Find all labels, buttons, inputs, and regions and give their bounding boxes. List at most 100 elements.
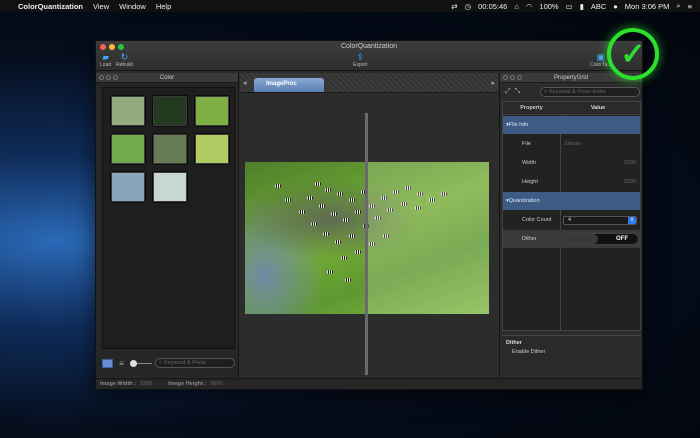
category-file-info[interactable]: ▾ File Info	[503, 116, 640, 134]
panel-min-button[interactable]	[106, 75, 111, 80]
zebra-mark	[311, 222, 317, 226]
help-title: Dither	[506, 340, 522, 346]
panel-max-button[interactable]	[517, 75, 522, 80]
dither-toggle[interactable]: OFF	[563, 233, 639, 245]
category-label: Quantization	[508, 198, 540, 204]
property-label: File	[522, 141, 531, 147]
export-button[interactable]: ⇪ Export	[353, 52, 367, 68]
swatch-grid	[102, 87, 235, 349]
menu-app-name[interactable]: ColorQuantization	[18, 2, 83, 11]
color-footer: ≡ ⌕ Keyword & Press	[102, 357, 235, 369]
category-label: File Info	[508, 122, 529, 128]
tab-scroll-right-icon[interactable]: ▸	[491, 79, 495, 87]
export-icon: ⇪	[356, 52, 364, 62]
preview-split-overlay	[368, 162, 489, 314]
stepper-arrows-icon[interactable]: ⇕	[628, 216, 636, 224]
color-swatch[interactable]	[110, 133, 146, 165]
rebuild-button[interactable]: ↻ Rebuild	[116, 52, 133, 68]
property-table: Property Value ▾ File Info File Zebras W…	[502, 101, 641, 331]
list-view-icon[interactable]: ≡	[116, 359, 127, 368]
folder-icon: ▰	[102, 52, 110, 62]
zebra-mark	[355, 210, 361, 214]
color-swatch[interactable]	[110, 95, 146, 127]
checkmark-icon: ✓	[607, 28, 659, 80]
panel-min-button[interactable]	[510, 75, 515, 80]
split-divider[interactable]	[365, 113, 368, 375]
tab-scroll-left-icon[interactable]: ◂	[243, 79, 247, 87]
sync-icon[interactable]: ⇄	[451, 2, 457, 11]
property-row-dither[interactable]: Dither OFF	[503, 230, 640, 248]
value-column-header: Value	[590, 105, 606, 111]
help-description: Enable Dither	[512, 349, 546, 355]
menu-bar: ColorQuantization View Window Help ⇄ ◷ 0…	[0, 0, 700, 12]
property-row-color-count[interactable]: Color Count 4 ⇕	[503, 211, 640, 229]
zebra-mark	[341, 256, 347, 260]
panel-close-button[interactable]	[503, 75, 508, 80]
table-header: Property Value	[503, 102, 640, 115]
flag-icon[interactable]: ▮	[580, 2, 584, 11]
image-width-value: 3300	[140, 381, 153, 387]
slider-knob[interactable]	[130, 359, 137, 367]
color-panel-title: Color	[159, 75, 175, 81]
user-icon[interactable]: ●	[613, 2, 618, 11]
property-label: Dither	[522, 236, 537, 242]
export-label: Export	[353, 62, 368, 68]
menu-window[interactable]: Window	[119, 2, 146, 11]
toggle-knob	[564, 234, 598, 244]
search-icon: ⌕	[544, 88, 548, 95]
color-count-stepper[interactable]: 4 ⇕	[563, 215, 637, 225]
property-search-input[interactable]: ⌕ Keyword & Press Enter	[540, 87, 640, 97]
expand-icon[interactable]: ⤢	[505, 88, 511, 96]
zebra-mark	[285, 198, 291, 202]
zebra-mark	[345, 278, 351, 282]
battery-icon[interactable]: ▭	[566, 2, 573, 11]
zebra-mark	[325, 188, 331, 192]
lock-icon[interactable]: ⌂	[514, 2, 519, 11]
color-search-input[interactable]: ⌕ Keyword & Press	[155, 358, 235, 368]
panel-close-button[interactable]	[99, 75, 104, 80]
search-icon: ⌕	[159, 359, 163, 366]
wifi-icon[interactable]: ◠	[526, 2, 533, 11]
zebra-mark	[315, 182, 321, 186]
panel-max-button[interactable]	[113, 75, 118, 80]
battery-text: 100%	[539, 1, 559, 11]
grid-view-icon[interactable]	[102, 358, 113, 368]
zebra-mark	[323, 232, 329, 236]
tab-imageproc[interactable]: ImageProc	[254, 78, 324, 92]
clock[interactable]: Mon 3:06 PM	[625, 2, 670, 11]
menu-help[interactable]: Help	[156, 2, 171, 11]
timer-icon[interactable]: ◷	[465, 2, 472, 11]
category-quantization[interactable]: ▾ Quantization	[503, 192, 640, 210]
zebra-mark	[275, 184, 281, 188]
collapse-icon[interactable]: ⤡	[515, 88, 521, 96]
color-swatch[interactable]	[194, 95, 230, 127]
panel-controls	[503, 75, 522, 80]
toggle-state: OFF	[616, 236, 628, 242]
search-icon[interactable]: ⌕	[676, 1, 680, 11]
window-title: ColorQuantization	[340, 43, 398, 50]
zebra-mark	[343, 218, 349, 222]
menu-list-icon[interactable]: ≡	[688, 2, 692, 11]
property-row-file[interactable]: File Zebras	[503, 135, 640, 153]
refresh-icon: ↻	[120, 52, 129, 62]
color-swatch[interactable]	[152, 171, 188, 203]
zebra-mark	[355, 250, 361, 254]
size-slider[interactable]	[130, 359, 152, 368]
property-row-width[interactable]: Width 3300	[503, 154, 640, 172]
color-swatch[interactable]	[110, 171, 146, 203]
rebuild-label: Rebuild	[116, 62, 133, 68]
tab-label: ImageProc	[266, 81, 297, 87]
tab-bar: ◂ ImageProc ▸	[240, 73, 498, 93]
property-value: 3300	[623, 160, 636, 166]
property-row-height[interactable]: Height 2000	[503, 173, 640, 191]
zebra-mark	[349, 198, 355, 202]
property-column-header: Property	[520, 105, 543, 111]
load-button[interactable]: ▰ Load	[100, 52, 111, 68]
input-source[interactable]: ABC	[591, 2, 606, 11]
color-swatch[interactable]	[152, 133, 188, 165]
color-swatch[interactable]	[152, 95, 188, 127]
image-height-label: Image Height :	[168, 381, 207, 387]
menu-view[interactable]: View	[93, 2, 109, 11]
color-swatch[interactable]	[194, 133, 230, 165]
property-label: Width	[522, 160, 537, 166]
